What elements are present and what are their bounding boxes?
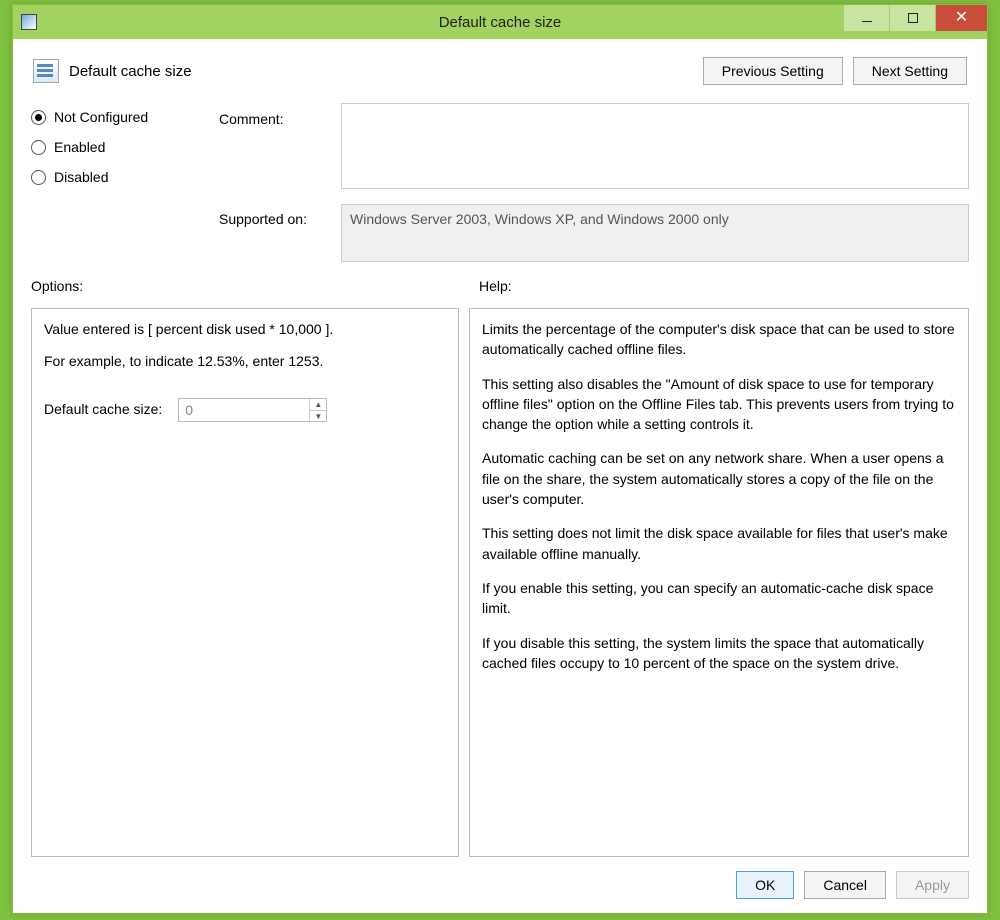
help-paragraph: If you disable this setting, the system … xyxy=(482,633,956,674)
app-icon xyxy=(21,14,37,30)
apply-button[interactable]: Apply xyxy=(896,871,969,899)
cache-size-input[interactable] xyxy=(179,399,309,421)
window-buttons: ✕ xyxy=(843,5,987,31)
cancel-button[interactable]: Cancel xyxy=(804,871,886,899)
help-paragraph: If you enable this setting, you can spec… xyxy=(482,578,956,619)
radio-icon xyxy=(31,170,46,185)
dialog-window: Default cache size ✕ Default cache size … xyxy=(12,4,988,914)
comment-label: Comment: xyxy=(219,111,331,141)
supported-on-text: Windows Server 2003, Windows XP, and Win… xyxy=(350,211,729,227)
cache-size-spinner[interactable]: ▲ ▼ xyxy=(178,398,327,422)
client-area: Default cache size Previous Setting Next… xyxy=(13,39,987,913)
window-title: Default cache size xyxy=(13,14,987,31)
radio-label: Not Configured xyxy=(54,109,148,125)
options-pane: Value entered is [ percent disk used * 1… xyxy=(31,308,459,857)
minimize-button[interactable] xyxy=(843,5,889,31)
supported-on-label: Supported on: xyxy=(219,211,331,227)
next-setting-button[interactable]: Next Setting xyxy=(853,57,967,85)
spinner-label: Default cache size: xyxy=(44,399,162,419)
title-bar[interactable]: Default cache size ✕ xyxy=(13,5,987,39)
help-paragraph: This setting also disables the "Amount o… xyxy=(482,374,956,435)
dialog-footer: OK Cancel Apply xyxy=(31,857,969,899)
radio-icon xyxy=(31,110,46,125)
help-pane[interactable]: Limits the percentage of the computer's … xyxy=(469,308,969,857)
help-paragraph: This setting does not limit the disk spa… xyxy=(482,523,956,564)
options-text-line1: Value entered is [ percent disk used * 1… xyxy=(44,319,446,339)
radio-icon xyxy=(31,140,46,155)
radio-disabled[interactable]: Disabled xyxy=(31,169,209,185)
help-paragraph: Limits the percentage of the computer's … xyxy=(482,319,956,360)
options-section-label: Options: xyxy=(31,278,469,294)
ok-button[interactable]: OK xyxy=(736,871,794,899)
help-section-label: Help: xyxy=(479,278,512,294)
close-icon: ✕ xyxy=(955,10,968,26)
spinner-down-icon[interactable]: ▼ xyxy=(310,411,326,423)
header-row: Default cache size Previous Setting Next… xyxy=(31,51,969,95)
supported-on-box[interactable]: Windows Server 2003, Windows XP, and Win… xyxy=(341,204,969,262)
close-button[interactable]: ✕ xyxy=(935,5,987,31)
help-paragraph: Automatic caching can be set on any netw… xyxy=(482,448,956,509)
radio-label: Disabled xyxy=(54,169,108,185)
radio-not-configured[interactable]: Not Configured xyxy=(31,109,209,125)
maximize-button[interactable] xyxy=(889,5,935,31)
policy-icon xyxy=(33,59,59,83)
comment-textarea[interactable] xyxy=(341,103,969,189)
policy-title: Default cache size xyxy=(69,63,192,80)
spinner-up-icon[interactable]: ▲ xyxy=(310,399,326,412)
radio-label: Enabled xyxy=(54,139,105,155)
options-text-line2: For example, to indicate 12.53%, enter 1… xyxy=(44,351,446,371)
radio-enabled[interactable]: Enabled xyxy=(31,139,209,155)
state-radios: Not Configured Enabled Disabled xyxy=(31,103,209,262)
previous-setting-button[interactable]: Previous Setting xyxy=(703,57,843,85)
